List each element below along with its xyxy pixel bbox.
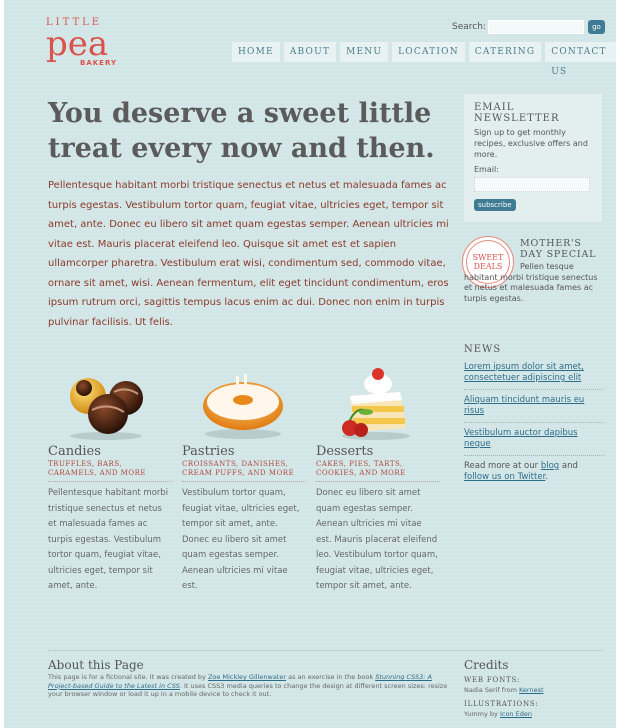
email-field[interactable]: [474, 177, 590, 192]
nav-contact-us[interactable]: CONTACT US: [545, 42, 616, 77]
search-input[interactable]: [487, 20, 584, 34]
nav-catering[interactable]: CATERING: [468, 42, 542, 62]
news-more-middle: and: [559, 461, 578, 471]
logo-main-text: pea: [46, 24, 109, 64]
web-fonts-heading: WEB FONTS:: [464, 676, 521, 684]
about-text: This page is for a fictional site. It wa…: [48, 673, 448, 699]
special-text: Pellen tesque habitant morbi tristique s…: [464, 262, 598, 303]
about-title: About this Page: [48, 658, 144, 672]
illustrations-heading: ILLUSTRATIONS:: [464, 700, 539, 708]
email-label: Email:: [474, 165, 499, 174]
news-item-3[interactable]: Vestibulum auctor dapibus neque: [464, 428, 604, 456]
product-desserts: Desserts CAKES, PIES, TARTS, COOKIES, AN…: [316, 444, 440, 595]
product-subtitle: CAKES, PIES, TARTS, COOKIES, AND MORE: [316, 460, 440, 482]
twitter-link[interactable]: follow us on Twitter: [464, 472, 545, 482]
web-fonts-label: Nadia Serif from: [464, 686, 519, 694]
blog-link[interactable]: blog: [541, 461, 559, 471]
search-bar: Search: go: [452, 20, 605, 34]
nav-location[interactable]: LOCATION: [392, 42, 465, 62]
author-link[interactable]: Zoe Mickley Gillenwater: [208, 673, 286, 681]
newsletter-box: EMAIL NEWSLETTER Sign up to get monthly …: [464, 94, 602, 222]
hero-title: You deserve a sweet little treat every n…: [48, 98, 435, 164]
nav-menu[interactable]: MENU: [340, 42, 389, 62]
web-fonts-text: Nadia Serif from Kernest: [464, 686, 544, 694]
newsletter-description: Sign up to get monthly recipes, exclusiv…: [474, 128, 588, 159]
intro-paragraph: Pellentesque habitant morbi tristique se…: [48, 180, 449, 328]
news-more-suffix: .: [545, 472, 548, 482]
news-more-prefix: Read more at our: [464, 461, 541, 471]
badge-line-1: SWEET: [472, 253, 504, 262]
product-candies: Candies TRUFFLES, BARS, CARAMELS, AND MO…: [48, 444, 172, 595]
desserts-image: [342, 368, 410, 440]
nav-home[interactable]: HOME: [232, 42, 280, 62]
illustrations-label: Yummy by: [464, 710, 500, 718]
logo-bottom-text: BAKERY: [80, 59, 118, 67]
about-text-1: This page is for a fictional site. It wa…: [48, 673, 208, 681]
main-nav: HOME ABOUT MENU LOCATION CATERING CONTAC…: [232, 42, 616, 77]
product-name: Candies: [48, 444, 101, 459]
product-description: Vestibulum tortor quam, feugiat vitae, u…: [182, 488, 300, 591]
credits-title: Credits: [464, 658, 509, 672]
page: LITTLE pea BAKERY Search: go HOME ABOUT …: [4, 0, 616, 728]
candies-image: [70, 378, 143, 440]
news-title: NEWS: [464, 344, 502, 355]
search-label: Search:: [452, 22, 486, 32]
logo[interactable]: LITTLE pea BAKERY: [46, 18, 116, 68]
news-item-2[interactable]: Aliquam tincidunt mauris eu risus: [464, 395, 604, 423]
footer-divider: [48, 650, 604, 651]
search-go-button[interactable]: go: [587, 20, 605, 34]
illustrations-text: Yummy by Icon Eden: [464, 710, 532, 718]
pastries-image: [203, 374, 283, 439]
product-subtitle: TRUFFLES, BARS, CARAMELS, AND MORE: [48, 460, 172, 482]
about-text-2: as an exercise in the book: [286, 673, 376, 681]
news-item-1[interactable]: Lorem ipsum dolor sit amet, consectetuer…: [464, 362, 604, 390]
news-list: Lorem ipsum dolor sit amet, consectetuer…: [464, 362, 604, 483]
newsletter-title: EMAIL NEWSLETTER: [474, 102, 560, 124]
product-description: Donec eu libero sit amet quam egestas se…: [316, 488, 438, 591]
icon-eden-link[interactable]: Icon Eden: [500, 710, 532, 718]
special-title: MOTHER'S DAY SPECIAL: [520, 238, 597, 260]
kernest-link[interactable]: Kernest: [519, 686, 544, 694]
product-name: Pastries: [182, 444, 235, 459]
product-description: Pellentesque habitant morbi tristique se…: [48, 488, 169, 591]
product-name: Desserts: [316, 444, 374, 459]
subscribe-button[interactable]: subscribe: [474, 199, 516, 211]
news-more-text: Read more at our blog and follow us on T…: [464, 461, 604, 483]
product-pastries: Pastries CROISSANTS, DANISHES, CREAM PUF…: [182, 444, 306, 595]
nav-about[interactable]: ABOUT: [283, 42, 337, 62]
product-subtitle: CROISSANTS, DANISHES, CREAM PUFFS, AND M…: [182, 460, 306, 482]
